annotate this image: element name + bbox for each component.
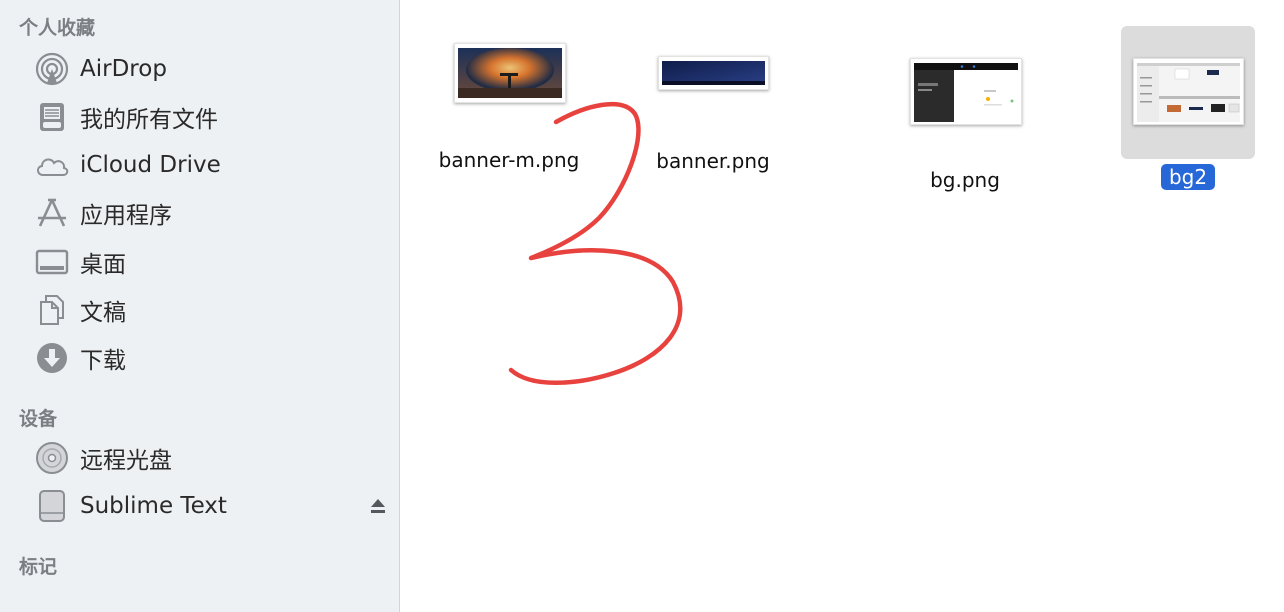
- eject-icon[interactable]: [369, 496, 387, 516]
- sidebar-item-label: 应用程序: [80, 203, 172, 229]
- cloud-icon: [34, 149, 70, 181]
- file-name: banner.png: [656, 149, 770, 173]
- sidebar-item-label: 下载: [80, 348, 126, 374]
- tags-header: 标记: [19, 556, 58, 578]
- sidebar-item-icloud-drive[interactable]: iCloud Drive: [0, 143, 399, 187]
- sidebar-item-desktop[interactable]: 桌面: [0, 240, 399, 284]
- sidebar-item-label: Sublime Text: [80, 493, 227, 519]
- all-files-icon: [34, 101, 70, 133]
- file-name: banner-m.png: [438, 148, 580, 172]
- file-thumbnail: [1133, 58, 1244, 125]
- documents-icon: [34, 294, 70, 326]
- file-thumbnail: [658, 56, 769, 90]
- sidebar-item-label: 我的所有文件: [80, 107, 218, 133]
- applications-icon: [34, 197, 70, 229]
- sidebar-item-label: AirDrop: [80, 56, 167, 82]
- downloads-icon: [34, 342, 70, 374]
- sidebar-item-label: 远程光盘: [80, 448, 172, 474]
- sidebar-item-airdrop[interactable]: AirDrop: [0, 47, 399, 91]
- sidebar-item-sublime-text[interactable]: Sublime Text: [0, 484, 399, 528]
- finder-sidebar: 个人收藏 AirDrop 我的所有文件 iCloud Drive 应用程序 桌面…: [0, 0, 400, 612]
- desktop-icon: [34, 246, 70, 278]
- sidebar-item-remote-disc[interactable]: 远程光盘: [0, 436, 399, 480]
- file-browser: banner-m.png banner.png bg.png bg2: [401, 0, 1284, 612]
- file-thumbnail: [454, 43, 566, 103]
- favorites-header: 个人收藏: [19, 17, 96, 39]
- file-thumbnail: [910, 58, 1022, 125]
- disc-icon: [34, 442, 70, 474]
- sidebar-item-all-files[interactable]: 我的所有文件: [0, 95, 399, 139]
- file-name-selected: bg2: [1161, 164, 1215, 190]
- sidebar-item-label: iCloud Drive: [80, 152, 221, 178]
- sidebar-item-label: 文稿: [80, 300, 126, 326]
- drive-icon: [34, 490, 70, 522]
- airdrop-icon: [34, 52, 70, 86]
- file-name: bg.png: [930, 168, 1000, 192]
- sidebar-item-documents[interactable]: 文稿: [0, 288, 399, 332]
- devices-header: 设备: [19, 408, 58, 430]
- sidebar-item-label: 桌面: [80, 252, 126, 278]
- sidebar-item-applications[interactable]: 应用程序: [0, 191, 399, 235]
- sidebar-item-downloads[interactable]: 下载: [0, 336, 399, 380]
